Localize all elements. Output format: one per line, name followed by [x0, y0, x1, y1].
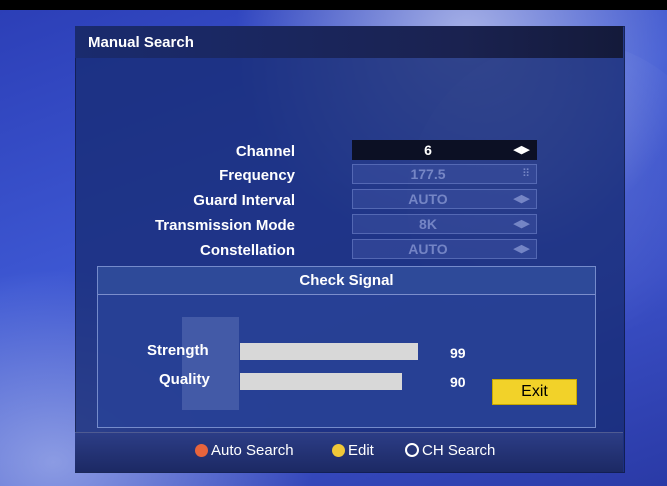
left-right-arrows-icon: ◀▶ — [513, 243, 530, 255]
red-button-icon — [195, 444, 208, 457]
guard-interval-field[interactable]: AUTO ◀▶ — [352, 189, 537, 209]
constellation-value: AUTO — [408, 241, 448, 257]
yellow-button-icon — [332, 444, 345, 457]
auto-search-label: Auto Search — [211, 442, 294, 459]
constellation-label: Constellation — [199, 242, 295, 259]
frequency-field[interactable]: 177.5 ⠿ — [352, 164, 537, 184]
legend-edit[interactable]: Edit — [332, 442, 374, 459]
transmission-mode-label: Transmission Mode — [154, 217, 295, 234]
strength-bar — [240, 343, 419, 360]
legend-ch-search[interactable]: CH Search — [405, 442, 495, 459]
ch-search-label: CH Search — [422, 442, 496, 459]
frequency-label: Frequency — [219, 167, 295, 184]
exit-button[interactable]: Exit — [492, 379, 577, 405]
label-column-highlight — [182, 317, 239, 410]
edit-label: Edit — [348, 442, 374, 459]
guard-interval-value: AUTO — [408, 191, 448, 207]
page-title: Manual Search — [88, 34, 194, 51]
frequency-value: 177.5 — [410, 166, 446, 182]
channel-label: Channel — [235, 143, 295, 160]
strength-label: Strength — [147, 342, 209, 359]
left-right-arrows-icon: ◀▶ — [513, 218, 530, 230]
constellation-field[interactable]: AUTO ◀▶ — [352, 239, 537, 259]
channel-value: 6 — [424, 142, 432, 158]
dialog-title: Check Signal — [299, 272, 394, 289]
check-signal-dialog: Check Signal Strength 99 Quality 90 Exit — [97, 266, 596, 428]
legend-auto-search[interactable]: Auto Search — [195, 442, 294, 459]
transmission-mode-value: 8K — [419, 216, 437, 232]
guard-interval-label: Guard Interval — [193, 192, 295, 209]
quality-label: Quality — [159, 371, 210, 388]
keypad-icon: ⠿ — [521, 168, 530, 180]
quality-value: 90 — [450, 374, 466, 390]
quality-bar — [240, 373, 402, 390]
channel-field[interactable]: 6 ◀▶ — [352, 140, 537, 160]
tv-screen: Manual Search Channel 6 ◀▶ Frequency 177… — [0, 10, 667, 486]
left-right-arrows-icon: ◀▶ — [513, 193, 530, 205]
strength-value: 99 — [450, 345, 466, 361]
left-right-arrows-icon: ◀▶ — [513, 144, 530, 156]
transmission-mode-field[interactable]: 8K ◀▶ — [352, 214, 537, 234]
ch-search-button-icon — [405, 443, 419, 457]
